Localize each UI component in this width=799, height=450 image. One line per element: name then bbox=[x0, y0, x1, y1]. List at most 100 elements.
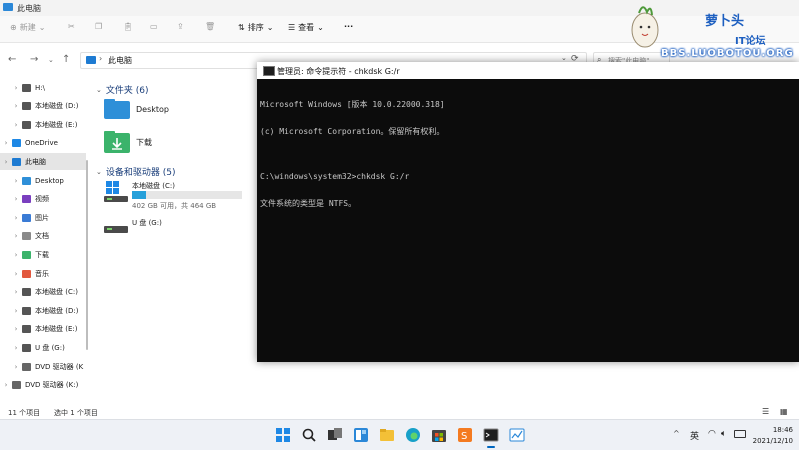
chevron-right-icon[interactable]: › bbox=[10, 344, 22, 352]
chevron-right-icon[interactable]: › bbox=[10, 288, 22, 296]
cmd-window[interactable]: 管理员: 命令提示符 - chkdsk G:/r Microsoft Windo… bbox=[257, 62, 799, 362]
clock-date[interactable]: 2021/12/10 bbox=[742, 437, 793, 445]
dvd-icon bbox=[12, 381, 21, 390]
sidebar-item[interactable]: › H:\ bbox=[0, 79, 96, 96]
chevron-right-icon[interactable]: › bbox=[10, 251, 22, 259]
copy-icon[interactable]: ❐ bbox=[95, 22, 102, 31]
sidebar-item-label: U 盘 (G:) bbox=[35, 343, 65, 352]
chevron-down-icon[interactable]: ⌄ bbox=[48, 56, 54, 64]
edge-icon[interactable] bbox=[405, 427, 421, 443]
chevron-right-icon[interactable]: › bbox=[10, 325, 22, 333]
store-icon[interactable] bbox=[431, 427, 447, 443]
up-icon[interactable]: ↑ bbox=[62, 54, 70, 65]
details-view-icon[interactable]: ☰ bbox=[762, 407, 769, 416]
chevron-right-icon[interactable]: › bbox=[10, 177, 22, 185]
sidebar-item[interactable]: › U 盘 (G:) bbox=[0, 339, 96, 356]
more-button[interactable]: ··· bbox=[344, 22, 353, 31]
sidebar-item[interactable]: › 文档 bbox=[0, 228, 96, 245]
chevron-right-icon[interactable]: › bbox=[10, 270, 22, 278]
plus-icon: ⊕ bbox=[10, 23, 17, 32]
chevron-right-icon: › bbox=[99, 54, 103, 63]
search-icon[interactable] bbox=[301, 427, 317, 443]
chevron-up-icon[interactable]: ^ bbox=[673, 429, 680, 438]
wifi-icon[interactable]: ◠ bbox=[708, 429, 716, 439]
chevron-right-icon[interactable]: › bbox=[0, 158, 12, 166]
sidebar-scrollbar[interactable] bbox=[86, 160, 88, 350]
sidebar-item-label: H:\ bbox=[35, 83, 45, 92]
cmd-output[interactable]: Microsoft Windows [版本 10.0.22000.318] (c… bbox=[260, 82, 445, 226]
breadcrumb[interactable]: 此电脑 bbox=[108, 55, 132, 66]
share-icon[interactable]: ⇪ bbox=[177, 22, 184, 31]
sidebar-item[interactable]: › 视频 bbox=[0, 191, 96, 208]
folders-group-header[interactable]: ⌄ 文件夹 (6) bbox=[96, 83, 149, 97]
cmd-line: (c) Microsoft Corporation。保留所有权利。 bbox=[260, 127, 445, 136]
chevron-down-icon: ⌄ bbox=[317, 23, 324, 32]
monitor-app-icon[interactable] bbox=[509, 427, 525, 443]
chevron-right-icon[interactable]: › bbox=[10, 363, 22, 371]
drive-label: U 盘 (G:) bbox=[132, 219, 162, 227]
chevron-right-icon[interactable]: › bbox=[10, 232, 22, 240]
drive-c[interactable]: 本地磁盘 (C:) 402 GB 可用，共 464 GB bbox=[104, 181, 264, 213]
sidebar-item[interactable]: › 音乐 bbox=[0, 265, 96, 282]
view-icon: ☰ bbox=[288, 23, 296, 32]
drive-g[interactable]: U 盘 (G:) bbox=[104, 218, 264, 242]
sidebar-item-label: 本地磁盘 (D:) bbox=[35, 306, 79, 315]
sidebar-item[interactable]: › 本地磁盘 (E:) bbox=[0, 321, 96, 338]
sidebar-item[interactable]: › Desktop bbox=[0, 172, 96, 189]
chevron-right-icon[interactable]: › bbox=[10, 307, 22, 315]
chevron-right-icon[interactable]: › bbox=[0, 139, 12, 147]
sidebar-item[interactable]: › 本地磁盘 (D:) bbox=[0, 302, 96, 319]
sidebar-item[interactable]: › 本地磁盘 (C:) bbox=[0, 284, 96, 301]
watermark: 萝卜头 IT论坛 BBS.LUOBOTOU.ORG bbox=[625, 0, 799, 72]
sidebar-item[interactable]: › 图片 bbox=[0, 209, 96, 226]
dvd-icon bbox=[22, 362, 31, 371]
drive-icon bbox=[22, 343, 31, 352]
documents-icon bbox=[22, 232, 31, 241]
file-explorer-icon[interactable] bbox=[379, 427, 395, 443]
paste-icon[interactable]: 📋︎ bbox=[123, 22, 133, 31]
start-icon[interactable] bbox=[275, 427, 291, 443]
sidebar-item-label: 此电脑 bbox=[25, 157, 46, 166]
sidebar-item[interactable]: › 本地磁盘 (E:) bbox=[0, 116, 96, 133]
sidebar-item[interactable]: › DVD 驱动器 (K bbox=[0, 358, 96, 375]
drive-icon bbox=[22, 288, 31, 297]
rename-icon[interactable]: ▭ bbox=[150, 22, 158, 31]
chevron-right-icon[interactable]: › bbox=[0, 381, 12, 389]
taskbar: S ^ 英 ◠ 🔈︎ 18:46 2021/12/10 bbox=[0, 419, 799, 450]
video-icon bbox=[22, 195, 31, 204]
back-icon[interactable]: ← bbox=[8, 54, 16, 65]
clock-time[interactable]: 18:46 bbox=[757, 426, 793, 434]
chevron-right-icon[interactable]: › bbox=[10, 102, 22, 110]
cut-icon[interactable]: ✂ bbox=[68, 22, 75, 31]
widgets-icon[interactable] bbox=[353, 427, 369, 443]
sidebar-item[interactable]: › 下载 bbox=[0, 246, 96, 263]
watermark-url: BBS.LUOBOTOU.ORG bbox=[661, 48, 794, 59]
chevron-right-icon[interactable]: › bbox=[10, 195, 22, 203]
chevron-right-icon[interactable]: › bbox=[10, 121, 22, 129]
sort-button[interactable]: ⇅ 排序 ⌄ bbox=[238, 22, 273, 33]
terminal-taskbar-icon[interactable] bbox=[483, 427, 499, 448]
tiles-view-icon[interactable]: ▦ bbox=[780, 407, 788, 416]
ime-indicator[interactable]: 英 bbox=[690, 429, 699, 442]
sidebar-item[interactable]: › 本地磁盘 (D:) bbox=[0, 98, 96, 115]
chevron-down-icon[interactable]: ⌄ bbox=[561, 54, 567, 62]
sidebar-item-label: 音乐 bbox=[35, 269, 49, 278]
task-view-icon[interactable] bbox=[327, 427, 343, 443]
windows-drive-icon bbox=[104, 181, 128, 202]
folder-desktop[interactable]: Desktop bbox=[104, 99, 169, 119]
chevron-right-icon[interactable]: › bbox=[10, 84, 22, 92]
chevron-right-icon[interactable]: › bbox=[10, 214, 22, 222]
sidebar-item[interactable]: › 此电脑 bbox=[0, 153, 86, 171]
app-icon[interactable]: S bbox=[457, 427, 473, 443]
delete-icon[interactable]: 🗑︎ bbox=[205, 22, 215, 31]
desktop-folder-icon bbox=[104, 99, 130, 119]
sidebar-item[interactable]: › OneDrive bbox=[0, 135, 86, 152]
navigation-pane: › H:\ › 本地磁盘 (D:) › 本地磁盘 (E:) › OneDrive › 此电脑 › De… bbox=[0, 75, 92, 405]
forward-icon[interactable]: → bbox=[30, 54, 38, 65]
folder-downloads[interactable]: 下载 bbox=[104, 131, 152, 153]
volume-icon[interactable]: 🔈︎ bbox=[721, 429, 726, 439]
new-button[interactable]: ⊕ 新建 ⌄ bbox=[10, 22, 45, 33]
sidebar-item[interactable]: › DVD 驱动器 (K:) bbox=[0, 377, 86, 394]
view-button[interactable]: ☰ 查看 ⌄ bbox=[288, 22, 324, 33]
drives-group-header[interactable]: ⌄ 设备和驱动器 (5) bbox=[96, 165, 176, 179]
